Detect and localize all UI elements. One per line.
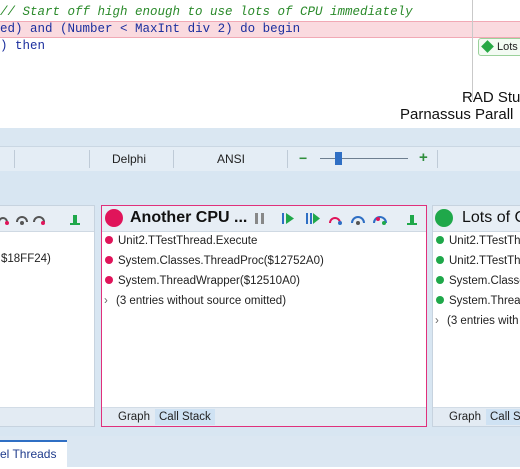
thread-card[interactable]: $18FF24) [0,205,95,427]
code-token: (Number < MaxInt [52,22,188,36]
chevron-right-icon: › [104,295,108,307]
call-stack-entry[interactable]: System.Classe [433,272,520,290]
omitted-entries[interactable]: › (3 entries with [433,312,519,330]
stack-frame-dot-icon [436,236,444,244]
call-stack-entry[interactable]: System.Classes.ThreadProc($12752A0) [102,252,324,270]
separator [89,150,90,168]
thread-diamond-icon [481,40,494,53]
call-stack-entry[interactable]: Unit2.TTestTh [433,232,520,250]
language-indicator[interactable]: Delphi [112,152,146,166]
call-stack-entry-label: Unit2.TTestTh [449,255,520,267]
thread-card-selected[interactable]: Another CPU ... Unit2.TTestThread.Execut… [101,205,427,427]
separator [173,150,174,168]
code-keyword: then [15,39,46,53]
thread-card-header: Lots of C [433,206,520,232]
card-footer: Graph Call Stack [102,407,426,426]
code-editor[interactable]: // Start off high enough to use lots of … [0,0,520,128]
separator [287,150,288,168]
call-stack-entry-label: System.Threa [449,295,520,307]
card-footer [0,407,94,426]
thread-card-header [0,206,94,232]
thread-card[interactable]: Lots of C Unit2.TTestTh Unit2.TTestTh Sy… [432,205,520,427]
code-line: ) then [0,38,45,55]
call-stack-entry[interactable]: System.Threa [433,292,520,310]
tab-parallel-threads[interactable]: el Threads [0,440,67,469]
tab-call-stack[interactable]: Call S [486,409,520,425]
card-footer: Graph Call S [433,407,520,426]
thread-toolbar-icons[interactable] [0,212,87,226]
thread-card-header: Another CPU ... [102,206,426,232]
bottom-tab-strip [0,436,520,467]
separator [14,150,15,168]
stack-frame-dot-icon [436,256,444,264]
stack-frame-dot-icon [436,276,444,284]
stopped-thread-icon [105,209,123,227]
thread-title: Another CPU ... [130,209,248,226]
chevron-right-icon: › [435,315,439,327]
call-stack-entry-label: System.Classe [449,275,520,287]
status-bar: Delphi ANSI − + [0,146,520,172]
call-stack-entry[interactable]: Unit2.TTestThread.Execute [102,232,257,250]
omitted-entries-label: (3 entries without source omitted) [116,295,287,307]
ide-subtitle: Parnassus Parall [400,106,514,123]
code-keyword: do begin [240,22,301,36]
thread-marker-label: Lots [497,41,518,53]
stack-frame-dot-icon [105,236,113,244]
omitted-entries[interactable]: › (3 entries without source omitted) [102,292,286,310]
encoding-indicator[interactable]: ANSI [217,152,245,166]
call-stack-entry[interactable]: Unit2.TTestTh [433,252,520,270]
call-stack-entry[interactable]: $18FF24) [1,250,51,268]
editor-tab-strip [0,128,520,146]
tab-call-stack[interactable]: Call Stack [155,409,215,425]
zoom-out-button[interactable]: − [299,150,307,166]
code-comment-line: // Start off high enough to use lots of … [0,5,413,19]
stack-frame-dot-icon [105,256,113,264]
parallel-threads-panel: $18FF24) Another CPU ... Unit2.TTestThre… [0,171,520,436]
omitted-entries-label: (3 entries with [447,315,519,327]
code-token: ed) [0,22,31,36]
stack-frame-dot-icon [436,296,444,304]
code-token: 2) [210,22,241,36]
call-stack-entry-label: Unit2.TTestThread.Execute [118,235,258,247]
tab-label: el Threads [0,447,57,461]
call-stack-entry-label: System.ThreadWrapper($12510A0) [118,275,300,287]
running-thread-icon [435,209,453,227]
thread-marker[interactable]: Lots [478,38,520,56]
tab-graph[interactable]: Graph [445,409,485,425]
call-stack-entry[interactable]: System.ThreadWrapper($12510A0) [102,272,300,290]
stack-frame-dot-icon [105,276,113,284]
tab-graph[interactable]: Graph [114,409,154,425]
call-stack-entry-label: Unit2.TTestTh [449,235,520,247]
thread-title: Lots of C [462,209,520,226]
code-keyword: div [187,22,211,36]
current-code-line: ed) and (Number < MaxInt div 2) do begin [0,21,520,38]
code-token: ) [0,39,16,53]
zoom-slider[interactable] [320,158,408,159]
separator [437,150,438,168]
ide-title: RAD Stu [462,89,520,106]
right-margin-line [472,0,473,100]
thread-toolbar-icons[interactable] [252,211,422,225]
zoom-slider-thumb[interactable] [334,152,342,165]
code-keyword: and [30,22,53,36]
zoom-in-button[interactable]: + [419,149,428,166]
call-stack-entry-label: System.Classes.ThreadProc($12752A0) [118,255,324,267]
